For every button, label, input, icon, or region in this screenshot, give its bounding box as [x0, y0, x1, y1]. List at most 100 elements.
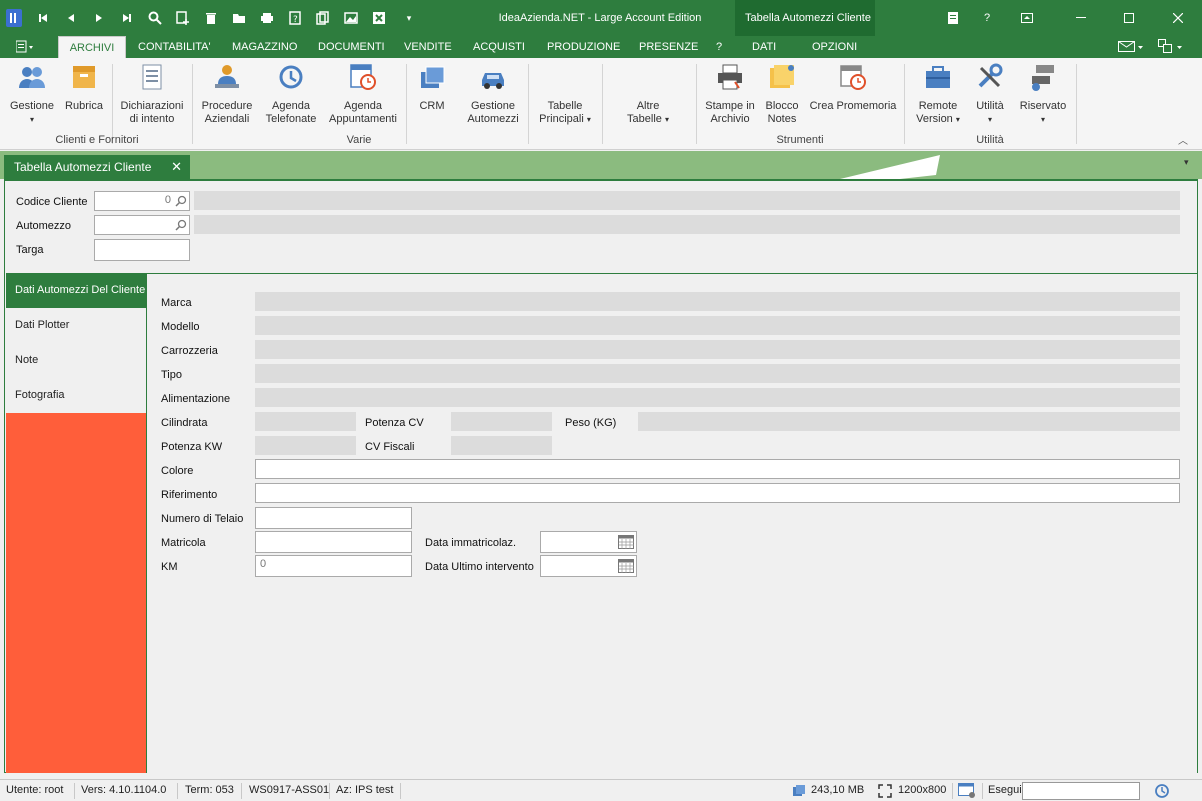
- utilita-button[interactable]: Utilità ▾: [970, 62, 1010, 126]
- tab-documenti[interactable]: DOCUMENTI: [312, 36, 391, 58]
- tab-help[interactable]: ?: [710, 36, 728, 58]
- riferimento-input[interactable]: [255, 483, 1180, 503]
- blocco-notes-label-2: Notes: [767, 113, 797, 125]
- altre-tabelle-label-2: Tabelle: [627, 113, 662, 125]
- search-icon[interactable]: [175, 219, 187, 231]
- new-record-icon[interactable]: [174, 9, 192, 27]
- dichiarazioni-button[interactable]: Dichiarazioni di intento: [118, 62, 186, 126]
- search-icon[interactable]: [146, 9, 164, 27]
- tools-icon: [978, 63, 1003, 88]
- status-company: Az: IPS test: [336, 784, 394, 796]
- delete-icon[interactable]: [202, 9, 220, 27]
- side-tab-dati-plotter[interactable]: Dati Plotter: [6, 308, 146, 343]
- crea-promemoria-button[interactable]: Crea Promemoria: [808, 62, 898, 113]
- tab-list-dropdown-icon[interactable]: ▾: [1184, 157, 1189, 168]
- targa-label: Targa: [16, 244, 44, 256]
- crm-button[interactable]: CRM: [412, 62, 452, 113]
- tab-acquisti[interactable]: ACQUISTI: [467, 36, 531, 58]
- side-tab-fotografia[interactable]: Fotografia: [6, 378, 146, 413]
- folder-icon[interactable]: [230, 9, 248, 27]
- remote-version-button[interactable]: Remote Version ▾: [910, 62, 966, 126]
- codice-cliente-value: 0: [164, 194, 171, 206]
- numero-telaio-input[interactable]: [255, 507, 412, 529]
- document-tab[interactable]: Tabella Automezzi Cliente ✕: [4, 155, 190, 179]
- blocco-notes-button[interactable]: Blocco Notes: [762, 62, 802, 126]
- stampe-archivio-label-2: Archivio: [710, 113, 750, 125]
- blocco-notes-label-1: Blocco: [765, 100, 799, 112]
- automezzo-input[interactable]: [94, 215, 190, 235]
- tab-opzioni[interactable]: OPZIONI: [806, 36, 863, 58]
- side-tab-note[interactable]: Note: [6, 343, 146, 378]
- riservato-button[interactable]: Riservato ▾: [1016, 62, 1070, 126]
- group-label-strumenti: Strumenti: [776, 134, 824, 146]
- first-record-icon[interactable]: [34, 9, 52, 27]
- file-menu-button[interactable]: [10, 36, 40, 58]
- tab-presenze[interactable]: PRESENZE: [633, 36, 704, 58]
- agenda-telefonate-button[interactable]: Agenda Telefonate: [262, 62, 320, 126]
- riferimento-label: Riferimento: [161, 489, 218, 501]
- matricola-input[interactable]: [255, 531, 412, 553]
- data-immatricolazione-input[interactable]: [540, 531, 637, 553]
- status-user: Utente: root: [6, 784, 64, 796]
- tab-vendite[interactable]: VENDITE: [398, 36, 458, 58]
- search-icon[interactable]: [175, 195, 187, 207]
- group-separator: [904, 64, 905, 144]
- copy-icon[interactable]: [314, 9, 332, 27]
- codice-cliente-input[interactable]: 0: [94, 191, 190, 211]
- last-record-icon[interactable]: [118, 9, 136, 27]
- side-tab-dati-automezzi[interactable]: Dati Automezzi Del Cliente: [6, 273, 146, 308]
- help-doc-icon[interactable]: ?: [286, 9, 304, 27]
- colore-input[interactable]: [255, 459, 1180, 479]
- help-icon[interactable]: ?: [978, 9, 996, 27]
- procedure-button[interactable]: Procedure Aziendali: [198, 62, 256, 126]
- km-input[interactable]: 0: [255, 555, 412, 577]
- group-separator: [1076, 64, 1077, 144]
- minimize-icon[interactable]: [1058, 0, 1104, 36]
- rubrica-button[interactable]: Rubrica: [62, 62, 106, 113]
- data-immatricolazione-label: Data immatricolaz.: [425, 537, 517, 549]
- image-icon[interactable]: [342, 9, 360, 27]
- status-separator: [241, 783, 242, 799]
- tab-magazzino[interactable]: MAGAZZINO: [226, 36, 303, 58]
- next-record-icon[interactable]: [90, 9, 108, 27]
- carrozzeria-label: Carrozzeria: [161, 345, 218, 357]
- briefcase-stack-icon: [421, 66, 445, 88]
- tab-archivi[interactable]: ARCHIVI: [58, 36, 126, 58]
- altre-tabelle-button[interactable]: Altre Tabelle ▾: [616, 100, 680, 126]
- gestione-button[interactable]: Gestione ▾: [8, 62, 56, 126]
- customize-toolbar-icon[interactable]: ▾: [400, 9, 418, 27]
- document-icon[interactable]: [944, 9, 962, 27]
- window-settings-icon[interactable]: [958, 783, 976, 799]
- targa-input[interactable]: [94, 239, 190, 261]
- tipo-field: [255, 364, 1180, 383]
- close-icon[interactable]: [1154, 0, 1202, 36]
- data-ultimo-intervento-input[interactable]: [540, 555, 637, 577]
- km-label: KM: [161, 561, 178, 573]
- esegui-input[interactable]: [1022, 782, 1140, 800]
- prev-record-icon[interactable]: [62, 9, 80, 27]
- excel-icon[interactable]: [370, 9, 388, 27]
- maximize-icon[interactable]: [1106, 0, 1152, 36]
- utilita-label: Utilità: [976, 100, 1004, 112]
- agenda-appuntamenti-label-2: Appuntamenti: [329, 113, 397, 125]
- app-logo-icon[interactable]: [6, 9, 22, 27]
- ribbon-display-icon[interactable]: [1004, 0, 1050, 36]
- data-ultimo-intervento-label: Data Ultimo intervento: [425, 561, 534, 573]
- document-lines-icon: [142, 64, 162, 90]
- automezzo-label: Automezzo: [16, 220, 72, 232]
- clock-refresh-icon[interactable]: [1154, 783, 1170, 799]
- collapse-ribbon-icon[interactable]: ︿: [1178, 132, 1188, 147]
- stampe-archivio-button[interactable]: Stampe in Archivio: [702, 62, 758, 126]
- tab-produzione[interactable]: PRODUZIONE: [541, 36, 626, 58]
- tabelle-principali-button[interactable]: Tabelle Principali ▾: [534, 100, 596, 126]
- gestione-automezzi-button[interactable]: Gestione Automezzi: [464, 62, 522, 126]
- tab-contabilita[interactable]: CONTABILITA': [132, 36, 217, 58]
- status-memory: 243,10 MB: [811, 784, 865, 796]
- dropdown-arrow-icon: ▾: [664, 115, 669, 124]
- tab-dati[interactable]: DATI: [746, 36, 782, 58]
- agenda-appuntamenti-button[interactable]: Agenda Appuntamenti: [326, 62, 400, 126]
- calendar-icon[interactable]: [618, 559, 634, 573]
- close-tab-icon[interactable]: ✕: [171, 155, 182, 179]
- print-icon[interactable]: [258, 9, 276, 27]
- calendar-icon[interactable]: [618, 535, 634, 549]
